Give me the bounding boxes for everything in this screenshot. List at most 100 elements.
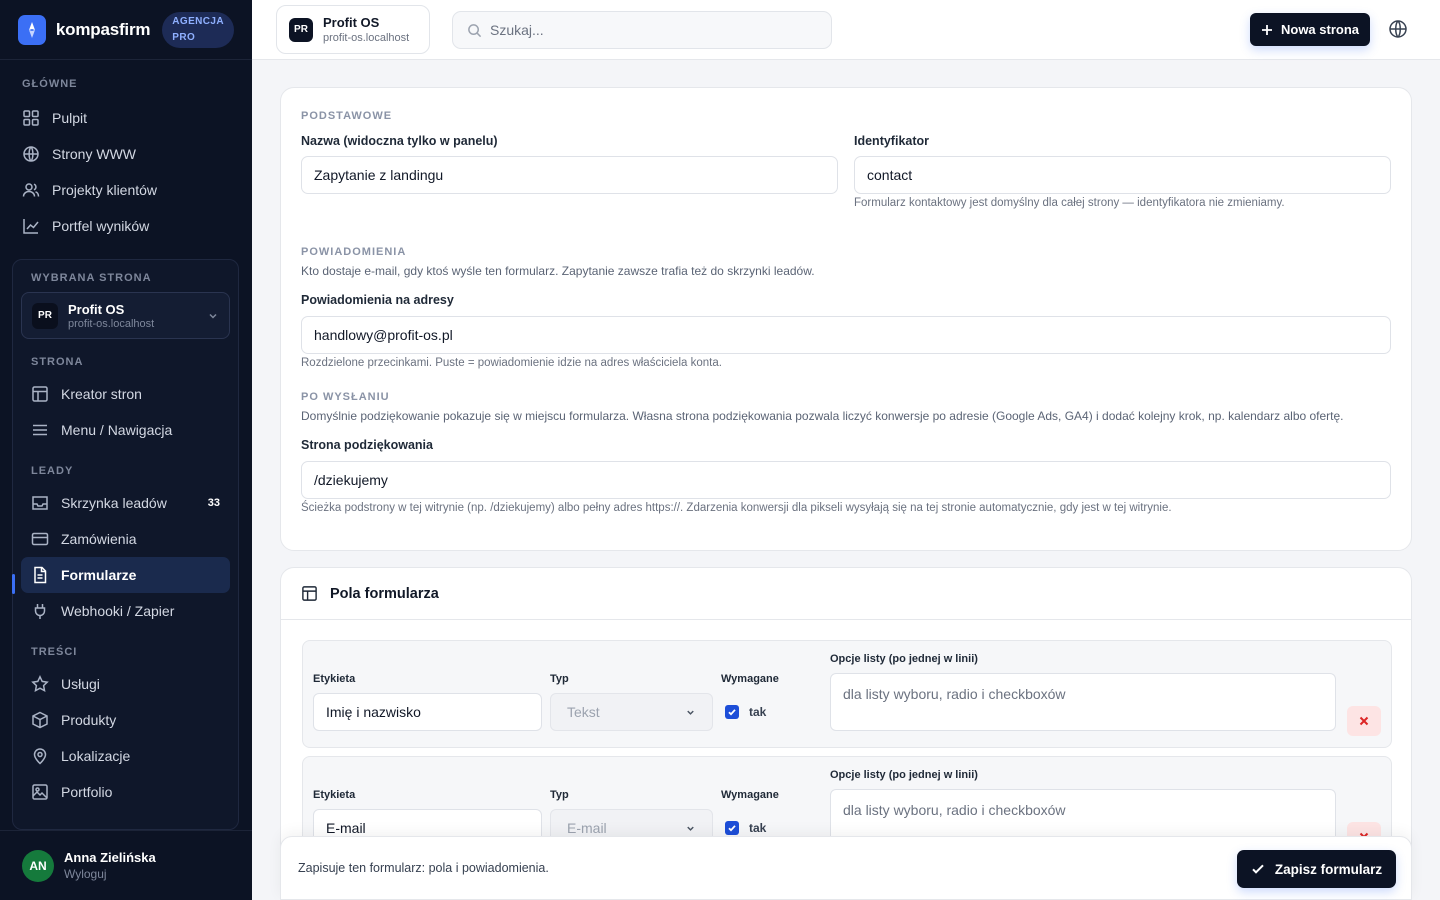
site-name: Profit OS: [68, 301, 125, 317]
thank-you-page-input[interactable]: /dziekujemy: [301, 461, 1391, 499]
grid-icon: [23, 110, 39, 126]
sidebar-item-websites[interactable]: Strony WWW: [0, 136, 252, 172]
menu-icon: [33, 424, 47, 436]
topbar: PR Profit OS profit-os.localhost Nowa st…: [252, 0, 1440, 60]
box-icon: [32, 711, 48, 729]
sidebar-item-menu[interactable]: Menu / Nawigacja: [21, 412, 230, 448]
sidebar-item-label: Lokalizacje: [61, 748, 131, 764]
type-column: Typ: [550, 673, 569, 685]
notifications-description: Kto dostaje e-mail, gdy ktoś wyśle ten f…: [301, 264, 815, 278]
form-name-input[interactable]: Zapytanie z landingu: [301, 156, 838, 194]
section-title-site: STRONA: [31, 356, 84, 368]
sidebar-item-orders[interactable]: Zamówienia: [21, 521, 230, 557]
sidebar-item-results[interactable]: Portfel wyników: [0, 208, 252, 244]
form-settings-card: PODSTAWOWE Nazwa (widoczna tylko w panel…: [280, 87, 1412, 551]
save-bar-message: Zapisuje ten formularz: pola i powiadomi…: [298, 861, 549, 875]
sidebar-item-services[interactable]: Usługi: [21, 666, 230, 702]
section-title-main: GŁÓWNE: [22, 78, 78, 90]
sidebar-item-label: Projekty klientów: [52, 182, 158, 198]
compass-logo-icon[interactable]: [18, 14, 46, 45]
required-column: Wymagane: [721, 789, 779, 801]
options-textarea[interactable]: dla listy wyboru, radio i checkboxów: [830, 673, 1336, 731]
save-bar: Zapisuje ten formularz: pola i powiadomi…: [280, 836, 1412, 900]
sidebar-item-forms[interactable]: Formularze: [21, 557, 230, 593]
required-checkbox[interactable]: [725, 705, 739, 719]
selected-site-panel: WYBRANA STRONA PR Profit OS profit-os.lo…: [12, 259, 239, 830]
section-title-content: TREŚCI: [31, 646, 78, 658]
logout-link[interactable]: Wyloguj: [64, 867, 156, 881]
sidebar-item-label: Produkty: [61, 712, 117, 728]
brand: kompasfirm AGENCJA PRO: [0, 0, 252, 60]
delete-field-button[interactable]: [1347, 706, 1381, 736]
identifier-input[interactable]: contact: [854, 156, 1391, 194]
type-column: Typ: [550, 789, 569, 801]
sidebar-item-locations[interactable]: Lokalizacje: [21, 738, 230, 774]
save-form-button[interactable]: Zapisz formularz: [1237, 850, 1396, 888]
search-icon: [468, 23, 482, 37]
notification-emails-hint: Rozdzielone przecinkami. Puste = powiado…: [301, 357, 722, 369]
plan-badge: AGENCJA PRO: [162, 11, 234, 48]
layout-icon: [32, 386, 48, 402]
notification-emails-input[interactable]: handlowy@profit-os.pl: [301, 316, 1391, 354]
sidebar-item-products[interactable]: Produkty: [21, 702, 230, 738]
brand-name[interactable]: kompasfirm: [56, 20, 151, 40]
site-domain: profit-os.localhost: [68, 317, 155, 330]
site-badge: PR: [289, 17, 313, 42]
sidebar-item-label: Portfel wyników: [52, 218, 150, 234]
section-title-leads: LEADY: [31, 465, 74, 477]
new-page-button[interactable]: Nowa strona: [1250, 13, 1370, 46]
thank-you-page-label: Strona podziękowania: [301, 438, 433, 452]
thank-you-page-hint: Ścieżka podstrony w tej witrynie (np. /d…: [301, 502, 1172, 514]
image-icon: [32, 784, 48, 800]
site-badge: PR: [32, 302, 58, 329]
globe-icon: [23, 146, 39, 162]
sidebar-item-page-builder[interactable]: Kreator stron: [21, 376, 230, 412]
chevron-down-icon: [687, 710, 694, 715]
sidebar-item-label: Portfolio: [61, 784, 113, 800]
notification-emails-label: Powiadomienia na adresy: [301, 293, 454, 307]
required-checkbox[interactable]: [725, 821, 739, 835]
map-pin-icon: [33, 748, 47, 765]
site-name: Profit OS: [323, 15, 380, 30]
user-profile: AN Anna Zielińska Wyloguj: [0, 830, 252, 900]
sidebar-item-label: Webhooki / Zapier: [61, 603, 175, 619]
close-icon: [1359, 716, 1369, 726]
field-label-input[interactable]: Imię i nazwisko: [313, 693, 542, 731]
plug-icon: [34, 604, 46, 619]
field-type-select[interactable]: Tekst: [550, 693, 713, 731]
chevron-down-icon: [209, 313, 217, 319]
users-icon: [22, 183, 40, 197]
options-column: Opcje listy (po jednej w linii): [830, 653, 978, 665]
table-layout-icon: [302, 586, 317, 601]
field-row: Etykieta Imię i nazwisko Typ Tekst Wymag…: [302, 640, 1392, 748]
section-notifications: POWIADOMIENIA: [301, 246, 407, 258]
required-yes-label: tak: [749, 705, 767, 719]
sidebar-item-label: Strony WWW: [52, 146, 136, 162]
sidebar-item-portfolio[interactable]: Portfolio: [21, 774, 230, 810]
active-indicator: [12, 574, 15, 594]
sidebar-item-client-projects[interactable]: Projekty klientów: [0, 172, 252, 208]
section-basic: PODSTAWOWE: [301, 110, 393, 122]
sidebar-item-dashboard[interactable]: Pulpit: [0, 100, 252, 136]
form-fields-title: Pola formularza: [330, 585, 439, 602]
search-input[interactable]: [490, 22, 810, 38]
site-selector[interactable]: PR Profit OS profit-os.localhost: [21, 292, 230, 339]
search-box: [452, 11, 832, 49]
required-column: Wymagane: [721, 673, 779, 685]
language-globe-icon[interactable]: [1388, 19, 1408, 39]
document-icon: [34, 566, 47, 584]
sidebar-item-leads-inbox[interactable]: Skrzynka leadów 33: [21, 485, 230, 521]
field-type-value: E-mail: [567, 820, 607, 836]
sidebar-item-webhooks[interactable]: Webhooki / Zapier: [21, 593, 230, 629]
current-site-chip[interactable]: PR Profit OS profit-os.localhost: [276, 5, 430, 54]
form-fields-header: Pola formularza: [281, 568, 1411, 620]
sidebar: kompasfirm AGENCJA PRO GŁÓWNE Pulpit Str…: [0, 0, 252, 900]
sidebar-item-label: Zamówienia: [61, 531, 137, 547]
user-name: Anna Zielińska: [64, 850, 156, 865]
name-label: Nazwa (widoczna tylko w panelu): [301, 134, 498, 148]
sidebar-item-label: Formularze: [61, 567, 137, 583]
star-icon: [31, 675, 49, 692]
check-icon: [728, 825, 736, 832]
leads-count-badge: 33: [207, 497, 220, 509]
avatar[interactable]: AN: [22, 849, 54, 882]
